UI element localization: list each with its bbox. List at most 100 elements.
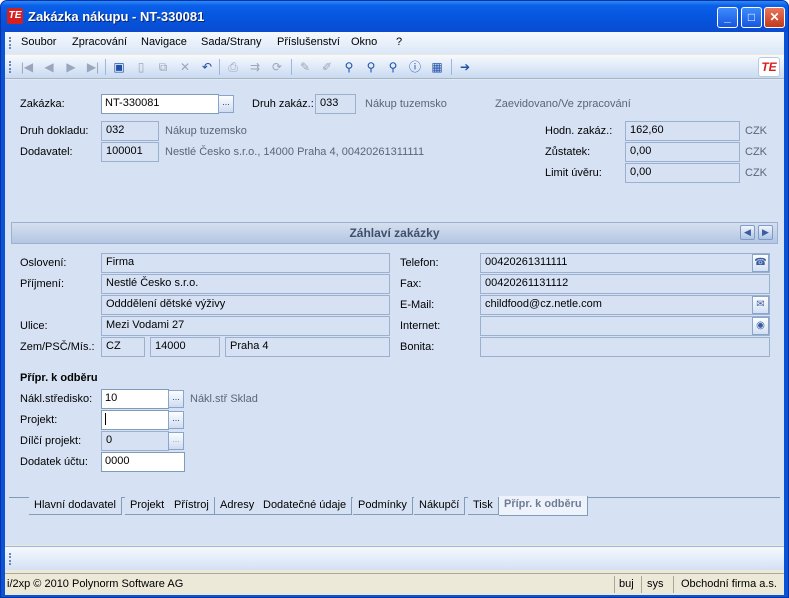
- section-prev-button[interactable]: ◀: [740, 225, 755, 240]
- nakl-input[interactable]: 10: [101, 389, 169, 409]
- dodatek-label: Dodatek účtu:: [20, 456, 88, 468]
- zakazka-label: Zakázka:: [20, 98, 65, 110]
- new-icon[interactable]: ▯: [133, 59, 149, 75]
- prev-icon[interactable]: ◀: [41, 59, 57, 75]
- menu-sada-strany[interactable]: Sada/Strany: [201, 36, 262, 48]
- undo-icon[interactable]: ↶: [199, 59, 215, 75]
- status-system: sys: [647, 578, 664, 590]
- form-area: Zakázka: NT-330081 ... Druh zakáz.: 033 …: [5, 80, 784, 545]
- save-icon[interactable]: ▣: [111, 59, 127, 75]
- status-user: buj: [619, 578, 634, 590]
- menu-help[interactable]: ?: [396, 36, 402, 48]
- toolbar-separator: [219, 59, 220, 75]
- title-bar[interactable]: TE Zakázka nákupu - NT-330081 _ □ ✕: [1, 1, 788, 32]
- osloveni-label: Oslovení:: [20, 257, 67, 269]
- section-next-button[interactable]: ▶: [758, 225, 773, 240]
- psc-field: 14000: [150, 337, 220, 357]
- telefon-field: 00420261311111: [480, 253, 770, 273]
- zem-label: Zem/PSČ/Mís.:: [20, 341, 95, 353]
- tab-pripr-k-odberu[interactable]: Přípr. k odběru: [499, 496, 588, 516]
- tab-dodatecne-udaje[interactable]: Dodatečné údaje: [258, 497, 353, 515]
- phone-call-icon[interactable]: ☎: [752, 254, 769, 272]
- menu-prislusenstvi[interactable]: Příslušenství: [277, 36, 340, 48]
- toolbar-separator: [451, 59, 452, 75]
- zakazka-input[interactable]: NT-330081: [101, 94, 219, 114]
- refresh-icon[interactable]: ⟳: [269, 59, 285, 75]
- email-label: E-Mail:: [400, 299, 435, 311]
- misto-field: Praha 4: [225, 337, 390, 357]
- tab-adresy[interactable]: Adresy: [215, 497, 261, 515]
- delete-icon[interactable]: ✕: [177, 59, 193, 75]
- status-separator: [641, 576, 642, 593]
- ulice-label: Ulice:: [20, 320, 48, 332]
- projekt-label: Projekt:: [20, 414, 58, 426]
- prijmeni-field: Nestlé Česko s.r.o.: [101, 274, 390, 294]
- edit-icon[interactable]: ✎: [297, 59, 313, 75]
- send-email-icon[interactable]: ✉: [752, 296, 769, 314]
- dilci-label: Dílčí projekt:: [20, 435, 82, 447]
- dodavatel-label: Dodavatel:: [20, 146, 73, 158]
- toolbar-separator: [105, 59, 106, 75]
- dodavatel-text: Nestlé Česko s.r.o., 14000 Praha 4, 0042…: [165, 146, 425, 158]
- projekt-lookup-button[interactable]: ...: [168, 411, 184, 429]
- arrow-right-icon: ▶: [762, 227, 769, 237]
- app-logo-icon: TE: [7, 8, 23, 24]
- main-window: TE Zakázka nákupu - NT-330081 _ □ ✕ Soub…: [0, 0, 789, 598]
- internet-field: [480, 316, 770, 336]
- search-icon[interactable]: ⚲: [341, 59, 357, 75]
- tab-nakupci[interactable]: Nákupčí: [414, 497, 466, 515]
- print-icon[interactable]: ⎙: [225, 59, 241, 75]
- first-icon[interactable]: |◀: [19, 59, 35, 75]
- edit-alt-icon[interactable]: ✐: [319, 59, 335, 75]
- menu-soubor[interactable]: Soubor: [21, 36, 56, 48]
- tab-hlavni-dodavatel[interactable]: Hlavní dodavatel: [29, 497, 122, 515]
- nakl-lookup-button[interactable]: ...: [168, 390, 184, 408]
- find-user-icon[interactable]: ⚲: [385, 59, 401, 75]
- prijmeni2-field: Odddělení dětské výživy: [101, 295, 390, 315]
- menu-navigace[interactable]: Navigace: [141, 36, 187, 48]
- bonita-label: Bonita:: [400, 341, 435, 353]
- zakazka-lookup-button[interactable]: ...: [218, 95, 234, 113]
- druh-zakaz-field: 033: [315, 94, 356, 114]
- bottom-toolbar: [5, 546, 784, 570]
- tab-tisk[interactable]: Tisk: [468, 497, 499, 515]
- status-bar: i/2xp © 2010 Polynorm Software AG buj sy…: [5, 573, 784, 595]
- bottom-toolbar-grip[interactable]: [9, 553, 12, 565]
- zustatek-currency: CZK: [745, 146, 767, 158]
- nakl-text: Nákl.stř Sklad: [190, 393, 258, 405]
- next-icon[interactable]: ▶: [63, 59, 79, 75]
- nakl-label: Nákl.středisko:: [20, 393, 93, 405]
- fax-label: Fax:: [400, 278, 422, 290]
- status-copyright: i/2xp © 2010 Polynorm Software AG: [7, 578, 184, 590]
- tab-projekt[interactable]: Projekt: [125, 497, 171, 515]
- status-separator: [614, 576, 615, 593]
- tab-pristroj[interactable]: Přístroj: [169, 497, 215, 515]
- maximize-button[interactable]: □: [741, 7, 762, 28]
- calculator-icon[interactable]: ▦: [429, 59, 445, 75]
- export-icon[interactable]: ⇉: [247, 59, 263, 75]
- exit-icon[interactable]: ➔: [457, 59, 473, 75]
- toolbar-grip[interactable]: [9, 61, 12, 73]
- zem-field: CZ: [101, 337, 145, 357]
- open-web-icon[interactable]: ◉: [752, 317, 769, 335]
- dodatek-input[interactable]: 0000: [101, 452, 185, 472]
- copy-icon[interactable]: ⧉: [155, 59, 171, 75]
- fax-field: 00420261131112: [480, 274, 770, 294]
- minimize-button[interactable]: _: [717, 7, 738, 28]
- client-area: Soubor Zpracování Navigace Sada/Strany P…: [5, 32, 784, 595]
- menu-bar: Soubor Zpracování Navigace Sada/Strany P…: [5, 32, 784, 54]
- window-title: Zakázka nákupu - NT-330081: [28, 9, 205, 24]
- hodn-currency: CZK: [745, 125, 767, 137]
- hodn-label: Hodn. zakáz.:: [545, 125, 613, 137]
- close-button[interactable]: ✕: [764, 7, 785, 28]
- order-status: Zaevidovano/Ve zpracování: [495, 98, 631, 110]
- last-icon[interactable]: ▶|: [85, 59, 101, 75]
- tab-podminky[interactable]: Podmínky: [353, 497, 413, 515]
- menu-grip[interactable]: [9, 37, 12, 49]
- hodn-field: 162,60: [625, 121, 740, 141]
- zoom-icon[interactable]: ⚲: [363, 59, 379, 75]
- menu-zpracovani[interactable]: Zpracování: [72, 36, 127, 48]
- info-icon[interactable]: ⓘ: [407, 59, 423, 75]
- menu-okno[interactable]: Okno: [351, 36, 377, 48]
- projekt-input[interactable]: [101, 410, 169, 430]
